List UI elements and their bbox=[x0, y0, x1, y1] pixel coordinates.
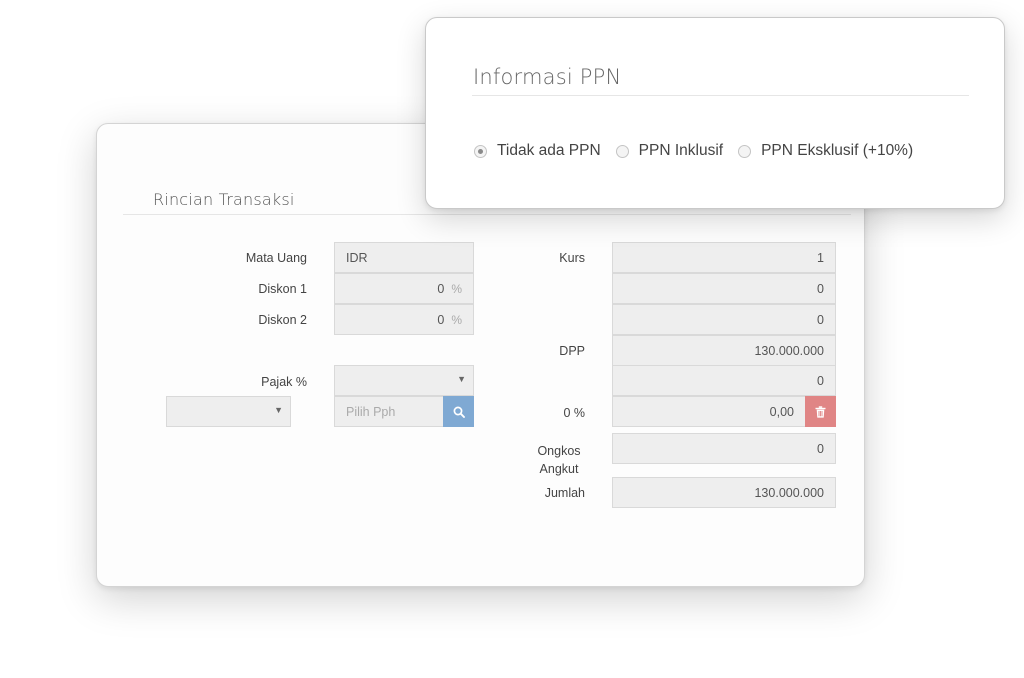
mata-uang-label: Mata Uang bbox=[245, 251, 307, 265]
jumlah-label: Jumlah bbox=[544, 486, 585, 500]
radio-tidak-ada-ppn[interactable]: Tidak ada PPN bbox=[474, 142, 601, 160]
radio-ppn-inklusif[interactable]: PPN Inklusif bbox=[615, 142, 724, 160]
ppn-radio-group: Tidak ada PPN PPN Inklusif PPN Eksklusif… bbox=[474, 142, 928, 160]
ongkos-angkut-label-line1: Ongkos bbox=[537, 444, 581, 458]
diskon2-amount-field: 0 bbox=[612, 304, 836, 335]
divider bbox=[123, 214, 851, 215]
radio-button[interactable] bbox=[738, 144, 752, 158]
dpp-label: DPP bbox=[559, 344, 585, 358]
diskon2-label: Diskon 2 bbox=[258, 313, 307, 327]
pph-amount-value: 0,00 bbox=[769, 404, 794, 419]
divider bbox=[472, 95, 969, 96]
radio-label: Tidak ada PPN bbox=[497, 142, 601, 159]
diskon1-input[interactable]: 0 % bbox=[334, 273, 474, 304]
diskon1-label: Diskon 1 bbox=[258, 282, 307, 296]
dpp-value: 130.000.000 bbox=[754, 343, 824, 358]
ongkos-angkut-label: Ongkos Angkut bbox=[497, 442, 585, 478]
ongkos-angkut-input[interactable]: 0 bbox=[612, 433, 836, 464]
diskon1-value: 0 bbox=[437, 281, 445, 296]
pajak-amount-field: 0 bbox=[612, 365, 836, 396]
mata-uang-field[interactable]: IDR bbox=[334, 242, 474, 273]
pajak-label: Pajak % bbox=[261, 375, 307, 389]
ongkos-angkut-label-line2: Angkut bbox=[539, 462, 579, 476]
diskon1-amount-value: 0 bbox=[817, 281, 824, 296]
caret-down-icon: ▼ bbox=[457, 374, 466, 384]
trash-icon bbox=[815, 405, 826, 418]
radio-label: PPN Eksklusif (+10%) bbox=[761, 142, 914, 159]
diskon1-amount-field: 0 bbox=[612, 273, 836, 304]
section-title: Rincian Transaksi bbox=[153, 190, 295, 209]
search-icon bbox=[453, 406, 465, 418]
pph-input[interactable]: Pilih Pph bbox=[334, 396, 444, 427]
pajak-amount-value: 0 bbox=[817, 373, 824, 388]
pph-type-select[interactable]: ▼ bbox=[166, 396, 291, 427]
dpp-field: 130.000.000 bbox=[612, 335, 836, 366]
percent-unit: % bbox=[451, 312, 462, 327]
search-button[interactable] bbox=[443, 396, 474, 427]
kurs-value: 1 bbox=[817, 250, 824, 265]
percent-unit: % bbox=[451, 281, 462, 296]
mata-uang-value: IDR bbox=[346, 250, 368, 265]
radio-button[interactable] bbox=[615, 144, 629, 158]
pajak-select[interactable]: ▼ bbox=[334, 365, 474, 396]
ongkos-angkut-value: 0 bbox=[817, 441, 824, 456]
diskon2-input[interactable]: 0 % bbox=[334, 304, 474, 335]
kurs-label: Kurs bbox=[559, 251, 585, 265]
delete-pph-button[interactable] bbox=[805, 396, 836, 427]
pph-percent-label: 0 % bbox=[563, 406, 585, 420]
caret-down-icon: ▼ bbox=[274, 405, 283, 415]
radio-label: PPN Inklusif bbox=[638, 142, 724, 159]
jumlah-value: 130.000.000 bbox=[754, 485, 824, 500]
diskon2-amount-value: 0 bbox=[817, 312, 824, 327]
pph-amount-field: 0,00 bbox=[612, 396, 806, 427]
radio-button[interactable] bbox=[474, 144, 487, 158]
pph-placeholder: Pilih Pph bbox=[346, 404, 396, 419]
diskon2-value: 0 bbox=[437, 312, 445, 327]
informasi-ppn-card: Informasi PPN Tidak ada PPN PPN Inklusif… bbox=[425, 17, 1005, 209]
kurs-field[interactable]: 1 bbox=[612, 242, 836, 273]
ppn-title: Informasi PPN bbox=[473, 65, 622, 89]
jumlah-field: 130.000.000 bbox=[612, 477, 836, 508]
radio-ppn-eksklusif[interactable]: PPN Eksklusif (+10%) bbox=[738, 142, 913, 160]
